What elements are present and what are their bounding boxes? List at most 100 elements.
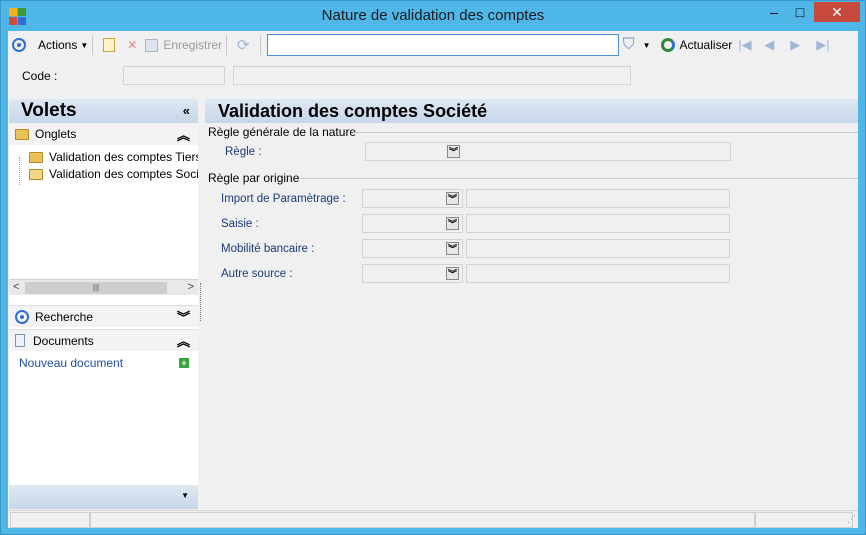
refresh-icon	[660, 38, 675, 52]
options-button[interactable]	[12, 34, 26, 56]
code-field[interactable]	[123, 66, 225, 85]
delete-button[interactable]: ✕	[121, 34, 145, 56]
filter-icon: ⛉	[622, 36, 635, 53]
tabs-section-label: Onglets	[35, 127, 77, 141]
tabs-section-header[interactable]: Onglets ︽	[9, 123, 198, 145]
code-label: Code :	[22, 69, 58, 83]
chevron-double-down-icon[interactable]: ︾	[447, 145, 460, 158]
delete-icon: ✕	[127, 38, 138, 52]
folder-icon	[15, 128, 29, 140]
collapse-section-icon[interactable]: ︽	[177, 125, 190, 144]
rule-combo[interactable]: ︾	[365, 142, 731, 161]
new-button[interactable]	[97, 34, 121, 56]
panes-header: Volets «	[9, 99, 198, 123]
mobilite-label: Mobilité bancaire :	[221, 243, 315, 255]
chevron-down-icon: ▼	[181, 491, 189, 500]
title-bar[interactable]: Nature de validation des comptes – □ ✕	[1, 1, 865, 31]
status-cell	[755, 512, 853, 528]
tab-item-label: Validation des comptes Tiers	[49, 150, 198, 164]
folder-icon	[29, 151, 43, 163]
window-title: Nature de validation des comptes	[321, 7, 545, 24]
search-input[interactable]	[266, 34, 619, 56]
chevron-double-down-icon[interactable]: ︾	[446, 242, 459, 255]
last-icon: ▶|	[816, 37, 830, 52]
toolbar-separator	[259, 35, 261, 55]
page-title: Validation des comptes Société	[205, 99, 858, 123]
scroll-left-icon[interactable]: <	[13, 281, 19, 293]
actions-label: Actions	[38, 38, 78, 52]
tab-item-societe[interactable]: Validation des comptes Société	[29, 166, 198, 182]
client-area: Actions ▼ ✕ Enregistrer ⟳ ⛉ ▼ Actualiser…	[8, 31, 858, 528]
tree-guide	[19, 157, 20, 185]
resize-grip-icon[interactable]: ⋰	[847, 514, 856, 525]
application-window: Nature de validation des comptes – □ ✕ A…	[0, 0, 866, 535]
minimize-button[interactable]: –	[761, 2, 787, 22]
scroll-right-icon[interactable]: >	[188, 281, 194, 293]
save-button[interactable]: Enregistrer	[145, 34, 222, 56]
documents-section-header[interactable]: Documents ︽	[9, 329, 198, 351]
refresh-button[interactable]: Actualiser	[660, 34, 733, 56]
autre-source-label: Autre source :	[221, 268, 293, 280]
tab-item-tiers[interactable]: Validation des comptes Tiers	[29, 149, 198, 165]
next-record-button[interactable]: ▶	[790, 34, 816, 56]
search-section-header[interactable]: Recherche ︾	[9, 305, 198, 327]
autre-source-detail-field[interactable]	[466, 264, 730, 283]
open-folder-icon	[29, 168, 43, 180]
filter-button[interactable]: ⛉ ▼	[623, 34, 651, 56]
first-record-button[interactable]: |◀	[738, 34, 764, 56]
new-document-label: Nouveau document	[19, 356, 124, 370]
expand-section-icon[interactable]: ︾	[177, 307, 190, 326]
toolbar: Actions ▼ ✕ Enregistrer ⟳ ⛉ ▼ Actualiser…	[8, 31, 858, 59]
mobilite-combo[interactable]: ︾	[362, 239, 463, 258]
saisie-combo[interactable]: ︾	[362, 214, 463, 233]
save-label: Enregistrer	[163, 38, 223, 52]
import-label: Import de Paramètrage :	[221, 193, 346, 205]
previous-record-button[interactable]: ◀	[764, 34, 790, 56]
refresh-label: Actualiser	[679, 38, 733, 52]
status-cell	[10, 512, 90, 528]
group-divider	[353, 132, 858, 133]
sync-button[interactable]: ⟳	[231, 34, 256, 56]
actions-menu-button[interactable]: Actions ▼	[38, 34, 88, 56]
options-icon	[12, 38, 26, 52]
tree-horizontal-scrollbar[interactable]: < ||| >	[9, 279, 198, 295]
document-icon	[15, 334, 25, 347]
saisie-label: Saisie :	[221, 218, 259, 230]
panes-footer[interactable]: ▼	[9, 485, 198, 509]
collapse-panes-icon[interactable]: «	[183, 99, 190, 123]
rule-label: Règle :	[225, 146, 262, 158]
sync-icon: ⟳	[237, 37, 250, 54]
scrollbar-thumb[interactable]: |||	[25, 282, 167, 294]
chevron-down-icon: ▼	[642, 40, 651, 50]
origin-rule-group-title: Règle par origine	[208, 171, 300, 185]
import-detail-field[interactable]	[466, 189, 730, 208]
save-icon	[145, 38, 159, 52]
search-pane-icon	[15, 309, 29, 324]
mobilite-detail-field[interactable]	[466, 239, 730, 258]
code-description-field[interactable]	[233, 66, 631, 85]
status-cell	[90, 512, 755, 528]
previous-icon: ◀	[764, 37, 775, 52]
saisie-detail-field[interactable]	[466, 214, 730, 233]
maximize-button[interactable]: □	[787, 2, 813, 22]
add-icon: +	[179, 358, 189, 368]
toolbar-separator	[226, 35, 228, 55]
autre-source-combo[interactable]: ︾	[362, 264, 463, 283]
documents-section-label: Documents	[33, 333, 94, 348]
pane-splitter[interactable]	[200, 283, 201, 321]
tabs-tree: Validation des comptes Tiers Validation …	[9, 147, 198, 277]
chevron-double-down-icon[interactable]: ︾	[446, 217, 459, 230]
toolbar-separator	[92, 35, 94, 55]
next-icon: ▶	[790, 37, 801, 52]
import-combo[interactable]: ︾	[362, 189, 463, 208]
main-panel: Validation des comptes Société Règle gén…	[205, 99, 858, 509]
status-bar: ⋰	[8, 510, 858, 528]
collapse-section-icon[interactable]: ︽	[177, 331, 190, 350]
general-rule-group-title: Règle générale de la nature	[208, 125, 357, 139]
close-button[interactable]: ✕	[814, 2, 860, 22]
chevron-double-down-icon[interactable]: ︾	[446, 192, 459, 205]
search-section-label: Recherche	[35, 309, 94, 324]
last-record-button[interactable]: ▶|	[816, 34, 842, 56]
chevron-double-down-icon[interactable]: ︾	[446, 267, 459, 280]
new-document-link[interactable]: Nouveau document +	[19, 355, 189, 371]
